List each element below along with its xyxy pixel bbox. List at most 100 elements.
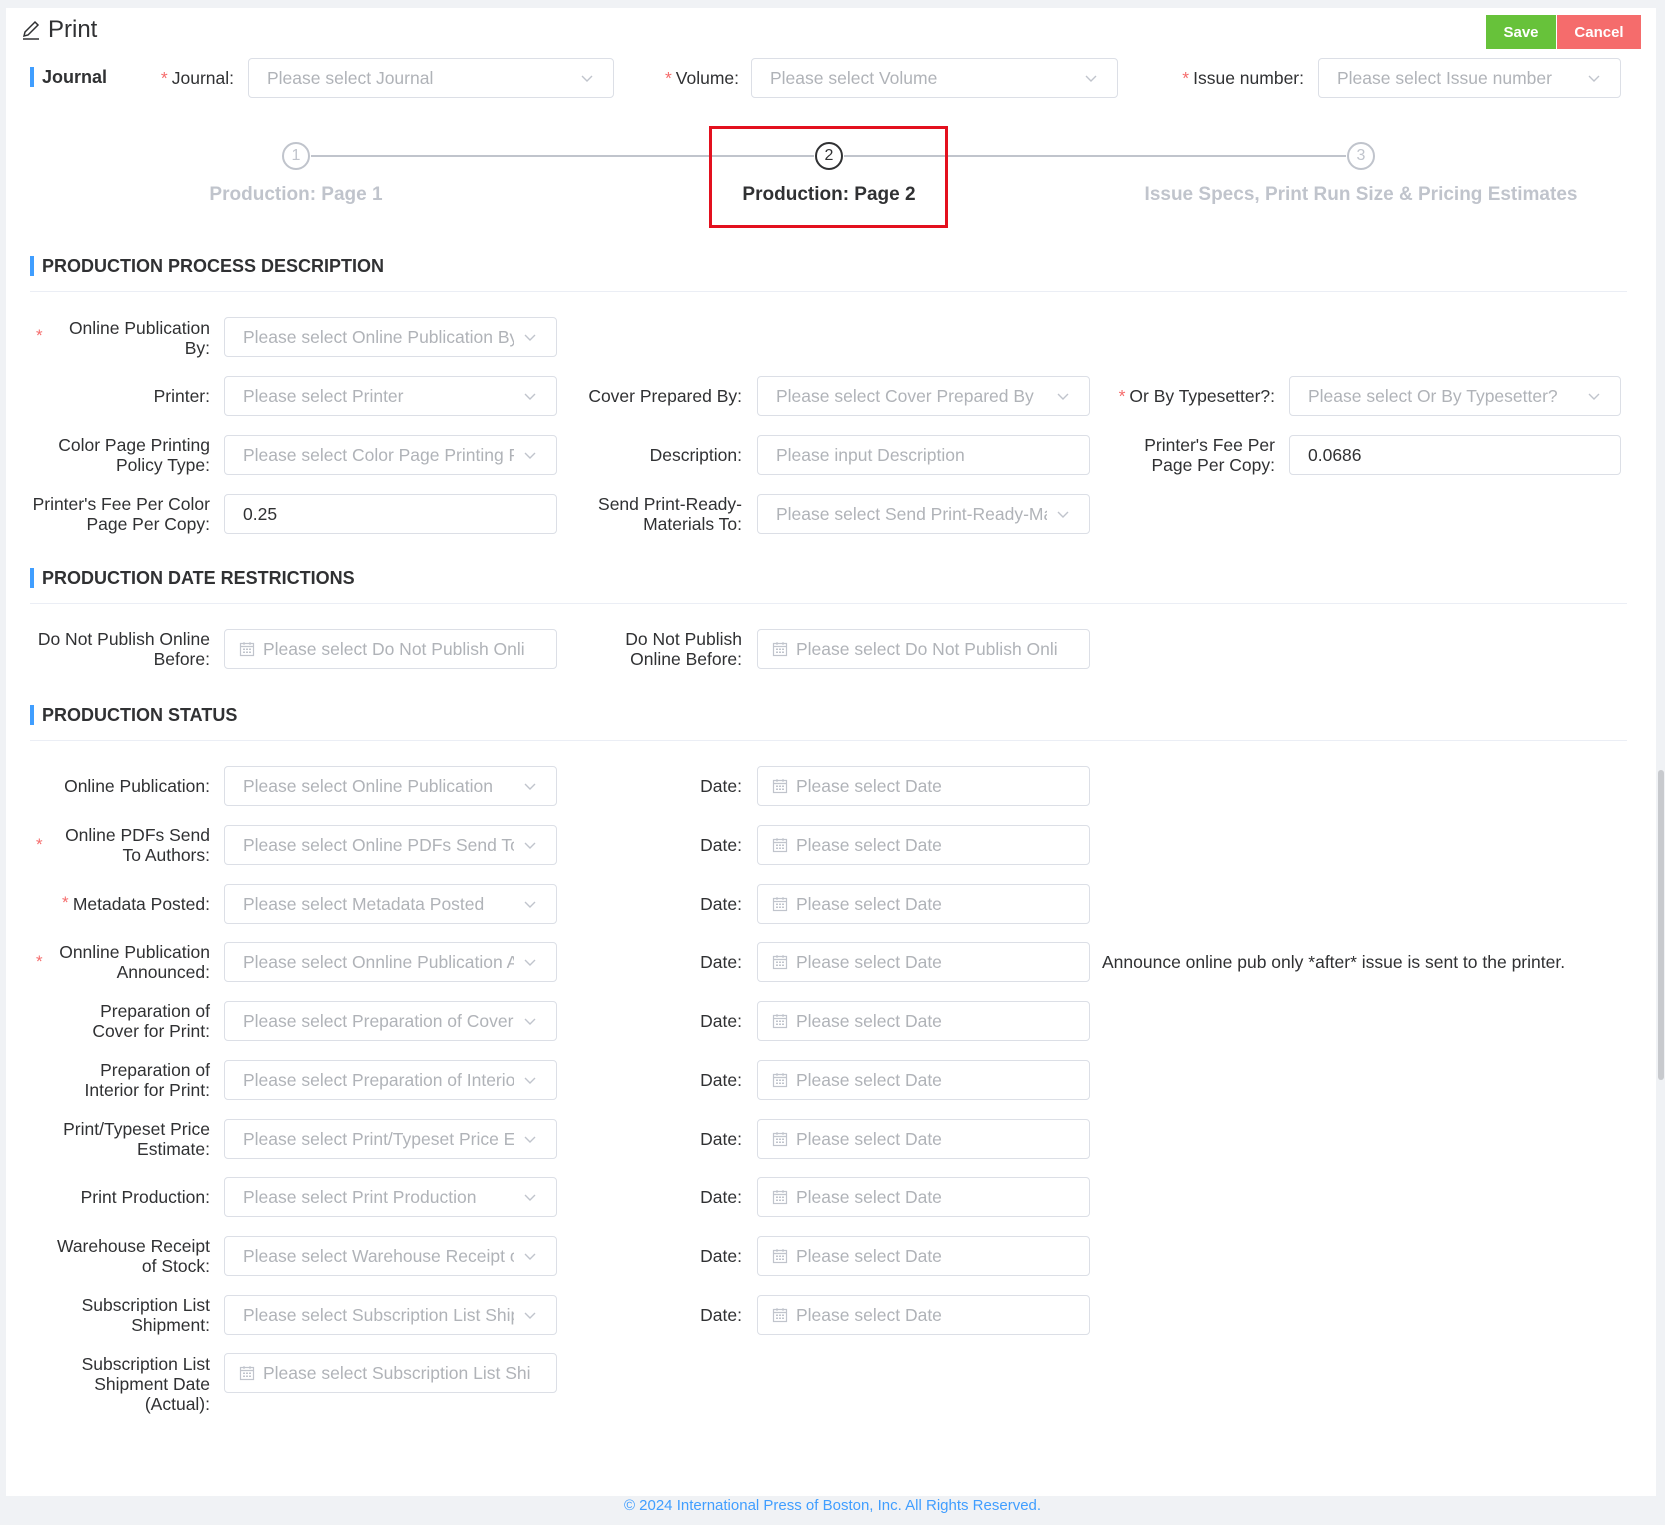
online-pub-by-select[interactable]: Please select Online Publication By bbox=[224, 317, 557, 357]
announce-note: Announce online pub only *after* issue i… bbox=[1102, 952, 1566, 972]
send-materials-label: Send Print-Ready-Materials To: bbox=[598, 494, 742, 534]
chevron-down-icon bbox=[524, 959, 536, 966]
calendar-icon bbox=[239, 642, 255, 657]
or-by-typesetter-label: * Or By Typesetter?: bbox=[1118, 386, 1275, 406]
status-date-label-3: Date: bbox=[700, 952, 742, 972]
step-3-title[interactable]: Issue Specs, Print Run Size & Pricing Es… bbox=[1145, 184, 1578, 206]
status-label-2: Metadata Posted: bbox=[72, 894, 210, 914]
required-marker: * bbox=[36, 835, 43, 854]
status-select-4[interactable]: Please select Preparation of Cover fo bbox=[224, 1001, 557, 1041]
volume-select[interactable]: Please select Volume bbox=[751, 58, 1118, 98]
cover-prepared-by-select[interactable]: Please select Cover Prepared By bbox=[757, 376, 1090, 416]
calendar-icon bbox=[772, 1308, 788, 1323]
chevron-down-icon bbox=[1588, 75, 1600, 82]
journal-section-tag: Journal bbox=[30, 67, 107, 87]
calendar-icon bbox=[772, 897, 788, 912]
chevron-down-icon bbox=[524, 901, 536, 908]
cancel-button[interactable]: Cancel bbox=[1557, 15, 1641, 49]
color-policy-select[interactable]: Please select Color Page Printing Po bbox=[224, 435, 557, 475]
status-select-1[interactable]: Please select Online PDFs Send To A bbox=[224, 825, 557, 865]
status-select-0[interactable]: Please select Online Publication bbox=[224, 766, 557, 806]
calendar-icon bbox=[772, 1014, 788, 1029]
status-date-4[interactable]: Please select Date bbox=[757, 1001, 1090, 1041]
section-title-date-restrictions: PRODUCTION DATE RESTRICTIONS bbox=[30, 568, 355, 588]
status-date-6[interactable]: Please select Date bbox=[757, 1119, 1090, 1159]
status-label-1: Online PDFs Send To Authors: bbox=[65, 825, 210, 865]
do-not-publish-date-2[interactable]: Please select Do Not Publish Onli bbox=[757, 629, 1090, 669]
required-marker: * bbox=[36, 952, 43, 971]
do-not-publish-date-1[interactable]: Please select Do Not Publish Onli bbox=[224, 629, 557, 669]
status-date-label-9: Date: bbox=[700, 1305, 742, 1325]
status-select-6[interactable]: Please select Print/Typeset Price Est bbox=[224, 1119, 557, 1159]
scrollbar-track[interactable] bbox=[1657, 0, 1665, 1525]
calendar-icon bbox=[772, 955, 788, 970]
chevron-down-icon bbox=[524, 1194, 536, 1201]
chevron-down-icon bbox=[524, 783, 536, 790]
footer-copyright: © 2024 International Press of Boston, In… bbox=[623, 1497, 1042, 1514]
step-3-circle[interactable]: 3 bbox=[1347, 142, 1375, 170]
description-input[interactable]: Please input Description bbox=[757, 435, 1090, 475]
step-1-circle[interactable]: 1 bbox=[282, 142, 310, 170]
required-marker: * bbox=[36, 326, 43, 345]
status-select-2[interactable]: Please select Metadata Posted bbox=[224, 884, 557, 924]
status-date-label-2: Date: bbox=[700, 894, 742, 914]
color-policy-label: Color Page Printing Policy Type: bbox=[58, 435, 210, 475]
status-date-label-0: Date: bbox=[700, 776, 742, 796]
scrollbar-thumb[interactable] bbox=[1658, 770, 1664, 1080]
calendar-icon bbox=[772, 1249, 788, 1264]
status-date-3[interactable]: Please select Date bbox=[757, 942, 1090, 982]
section-title-status: PRODUCTION STATUS bbox=[30, 705, 237, 725]
status-select-8[interactable]: Please select Warehouse Receipt of bbox=[224, 1236, 557, 1276]
shipment-actual-date[interactable]: Please select Subscription List Shi bbox=[224, 1353, 557, 1393]
status-date-label-4: Date: bbox=[700, 1011, 742, 1031]
status-label-9: Subscription List Shipment: bbox=[81, 1295, 210, 1335]
printer-label: Printer: bbox=[153, 386, 210, 406]
chevron-down-icon bbox=[524, 1018, 536, 1025]
status-date-0[interactable]: Please select Date bbox=[757, 766, 1090, 806]
status-date-1[interactable]: Please select Date bbox=[757, 825, 1090, 865]
issue-number-select[interactable]: Please select Issue number bbox=[1318, 58, 1621, 98]
chevron-down-icon bbox=[524, 1077, 536, 1084]
journal-select[interactable]: Please select Journal bbox=[248, 58, 614, 98]
status-date-9[interactable]: Please select Date bbox=[757, 1295, 1090, 1335]
status-date-8[interactable]: Please select Date bbox=[757, 1236, 1090, 1276]
status-label-8: Warehouse Receipt of Stock: bbox=[56, 1236, 210, 1276]
chevron-down-icon bbox=[524, 393, 536, 400]
or-by-typesetter-select[interactable]: Please select Or By Typesetter? bbox=[1289, 376, 1621, 416]
status-select-5[interactable]: Please select Preparation of Interior bbox=[224, 1060, 557, 1100]
status-label-5: Preparation of Interior for Print: bbox=[84, 1060, 210, 1100]
printer-select[interactable]: Please select Printer bbox=[224, 376, 557, 416]
chevron-down-icon bbox=[524, 1312, 536, 1319]
status-label-0: Online Publication: bbox=[64, 776, 210, 796]
status-label-6: Print/Typeset Price Estimate: bbox=[63, 1119, 210, 1159]
section-divider bbox=[30, 291, 1627, 292]
calendar-icon bbox=[772, 838, 788, 853]
fee-per-color-input[interactable]: 0.25 bbox=[224, 494, 557, 534]
status-date-5[interactable]: Please select Date bbox=[757, 1060, 1090, 1100]
calendar-icon bbox=[772, 1190, 788, 1205]
status-select-3[interactable]: Please select Onnline Publication An bbox=[224, 942, 557, 982]
status-label-4: Preparation of Cover for Print: bbox=[92, 1001, 210, 1041]
status-select-7[interactable]: Please select Print Production bbox=[224, 1177, 557, 1217]
section-divider bbox=[30, 603, 1627, 604]
chevron-down-icon bbox=[524, 1253, 536, 1260]
fee-per-page-input[interactable]: 0.0686 bbox=[1289, 435, 1621, 475]
chevron-down-icon bbox=[1588, 393, 1600, 400]
status-date-7[interactable]: Please select Date bbox=[757, 1177, 1090, 1217]
status-select-9[interactable]: Please select Subscription List Shipm bbox=[224, 1295, 557, 1335]
shipment-actual-label: Subscription List Shipment Date (Actual)… bbox=[81, 1354, 210, 1414]
status-date-2[interactable]: Please select Date bbox=[757, 884, 1090, 924]
step-1-title[interactable]: Production: Page 1 bbox=[209, 184, 382, 206]
chevron-down-icon bbox=[1057, 393, 1069, 400]
chevron-down-icon bbox=[524, 452, 536, 459]
calendar-icon bbox=[772, 1073, 788, 1088]
status-label-7: Print Production: bbox=[80, 1187, 210, 1207]
save-button[interactable]: Save bbox=[1486, 15, 1556, 49]
do-not-publish-label-1: Do Not Publish Online Before: bbox=[37, 629, 210, 669]
cover-prepared-by-label: Cover Prepared By: bbox=[588, 386, 742, 406]
issue-number-label: * Issue number: bbox=[1182, 68, 1304, 88]
calendar-icon bbox=[772, 1132, 788, 1147]
send-materials-select[interactable]: Please select Send Print-Ready-Mat bbox=[757, 494, 1090, 534]
fee-per-page-label: Printer's Fee Per Page Per Copy: bbox=[1144, 435, 1275, 475]
status-label-3: Onnline Publication Announced: bbox=[59, 942, 210, 982]
